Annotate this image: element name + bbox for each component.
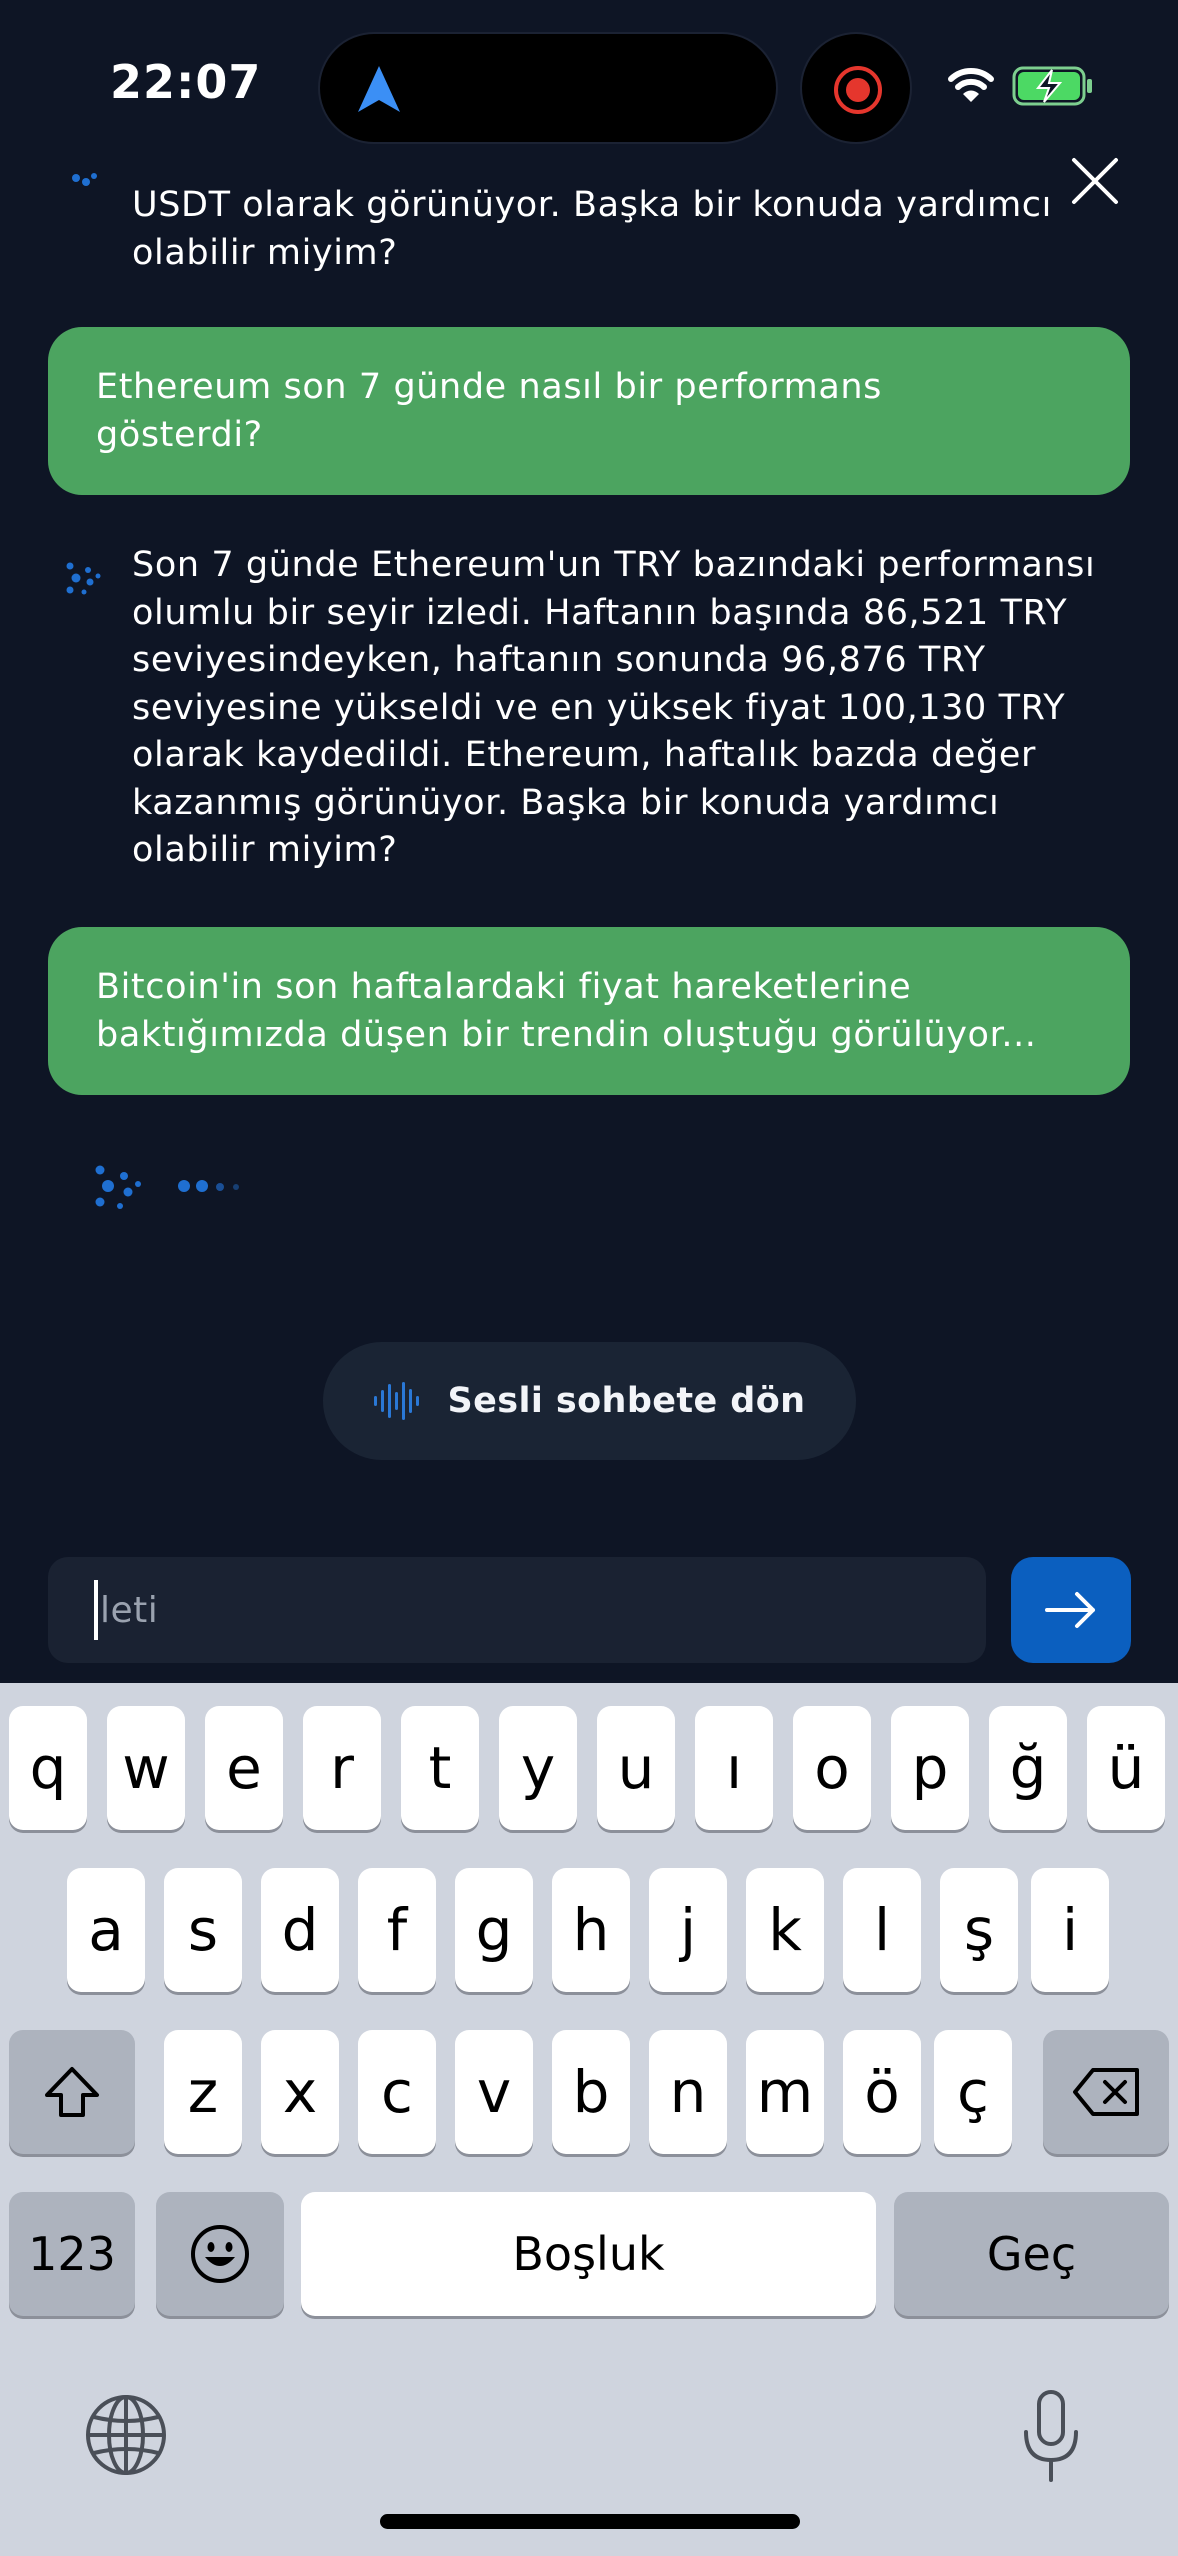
assistant-message: USDT olarak görünüyor. Başka bir konuda … xyxy=(132,185,1052,273)
key-u[interactable]: u xyxy=(597,1706,675,1830)
key-h[interactable]: h xyxy=(552,1868,630,1992)
backspace-key[interactable] xyxy=(1043,2030,1169,2154)
key-v[interactable]: v xyxy=(455,2030,533,2154)
message-input[interactable]: leti xyxy=(48,1557,986,1663)
key-u-umlaut[interactable]: ü xyxy=(1087,1706,1165,1830)
emoji-icon xyxy=(191,2225,249,2283)
key-q[interactable]: q xyxy=(9,1706,87,1830)
screen-record-indicator xyxy=(800,32,912,144)
key-dotless-i[interactable]: ı xyxy=(695,1706,773,1830)
key-e[interactable]: e xyxy=(205,1706,283,1830)
key-a[interactable]: a xyxy=(67,1868,145,1992)
backspace-icon xyxy=(1073,2068,1139,2116)
message-input-placeholder: leti xyxy=(100,1589,159,1631)
battery-charging-icon xyxy=(1012,66,1092,106)
key-g[interactable]: g xyxy=(455,1868,533,1992)
microphone-icon[interactable] xyxy=(1020,2388,1082,2484)
key-i[interactable]: i xyxy=(1031,1868,1109,1992)
typing-indicator xyxy=(178,1180,239,1192)
key-s[interactable]: s xyxy=(164,1868,242,1992)
key-l[interactable]: l xyxy=(843,1868,921,1992)
text-caret xyxy=(94,1580,98,1640)
numbers-key-label: 123 xyxy=(28,2227,116,2281)
assistant-logo-icon xyxy=(72,173,97,186)
assistant-message: Son 7 günde Ethereum'un TRY bazındaki pe… xyxy=(132,545,1096,870)
key-f[interactable]: f xyxy=(358,1868,436,1992)
return-key[interactable]: Geç xyxy=(894,2192,1169,2316)
return-key-label: Geç xyxy=(986,2227,1077,2281)
key-k[interactable]: k xyxy=(746,1868,824,1992)
key-x[interactable]: x xyxy=(261,2030,339,2154)
shift-icon xyxy=(45,2067,99,2117)
key-w[interactable]: w xyxy=(107,1706,185,1830)
status-bar: 22:07 xyxy=(0,0,1178,160)
location-arrow-icon xyxy=(358,66,400,112)
wifi-icon xyxy=(948,68,994,102)
key-p[interactable]: p xyxy=(891,1706,969,1830)
key-c[interactable]: c xyxy=(358,2030,436,2154)
key-o[interactable]: o xyxy=(793,1706,871,1830)
arrow-right-icon xyxy=(1045,1592,1095,1628)
voice-chat-label: Sesli sohbete dön xyxy=(447,1381,806,1421)
key-m[interactable]: m xyxy=(746,2030,824,2154)
emoji-key[interactable] xyxy=(156,2192,284,2316)
key-s-cedilla[interactable]: ş xyxy=(940,1868,1018,1992)
space-key-label: Boşluk xyxy=(512,2227,665,2281)
screen-record-icon xyxy=(834,66,882,114)
home-indicator xyxy=(380,2514,800,2529)
user-message: Ethereum son 7 günde nasıl bir performan… xyxy=(48,327,1130,495)
audio-wave-icon xyxy=(374,1382,420,1420)
globe-icon[interactable] xyxy=(84,2393,168,2477)
assistant-logo-icon xyxy=(95,1165,141,1209)
space-key[interactable]: Boşluk xyxy=(301,2192,876,2316)
key-t[interactable]: t xyxy=(401,1706,479,1830)
shift-key[interactable] xyxy=(9,2030,135,2154)
dynamic-island xyxy=(318,32,778,144)
key-c-cedilla[interactable]: ç xyxy=(934,2030,1012,2154)
key-z[interactable]: z xyxy=(164,2030,242,2154)
key-r[interactable]: r xyxy=(303,1706,381,1830)
key-g-breve[interactable]: ğ xyxy=(989,1706,1067,1830)
key-y[interactable]: y xyxy=(499,1706,577,1830)
key-o-umlaut[interactable]: ö xyxy=(843,2030,921,2154)
key-d[interactable]: d xyxy=(261,1868,339,1992)
numbers-key[interactable]: 123 xyxy=(9,2192,135,2316)
voice-chat-button[interactable]: Sesli sohbete dön xyxy=(323,1342,856,1460)
key-b[interactable]: b xyxy=(552,2030,630,2154)
assistant-logo-icon xyxy=(66,562,101,595)
key-j[interactable]: j xyxy=(649,1868,727,1992)
send-button[interactable] xyxy=(1011,1557,1131,1663)
key-n[interactable]: n xyxy=(649,2030,727,2154)
user-message: Bitcoin'in son haftalardaki fiyat hareke… xyxy=(48,927,1130,1095)
status-time: 22:07 xyxy=(110,55,262,109)
